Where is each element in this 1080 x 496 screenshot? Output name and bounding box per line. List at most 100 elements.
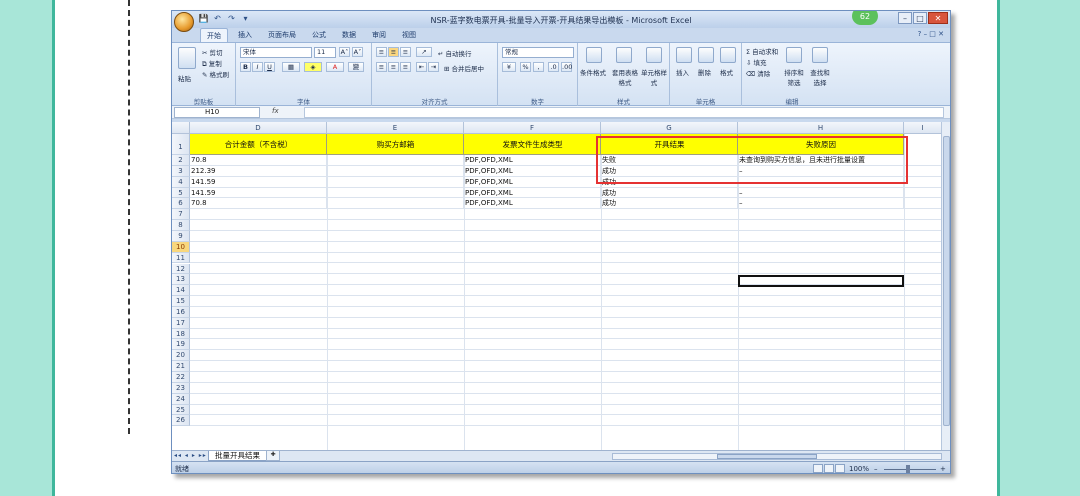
- merge-center-button[interactable]: ⊞ 合并后居中: [444, 63, 484, 73]
- table-cell[interactable]: [327, 165, 464, 177]
- row-header[interactable]: 16: [172, 306, 190, 318]
- row-header[interactable]: 5: [172, 187, 190, 199]
- table-cell[interactable]: 212.39: [190, 165, 327, 177]
- row-header[interactable]: 9: [172, 230, 190, 242]
- cell-styles-label[interactable]: 单元格样式: [640, 67, 668, 87]
- worksheet-grid[interactable]: D E F G H I 1 2 3 4 5 6 7 8 9 10 11 12 13 14 15 16 17 18 1…: [172, 122, 942, 450]
- table-cell[interactable]: PDF,OFD,XML: [464, 198, 601, 210]
- vertical-scrollbar[interactable]: [941, 122, 950, 450]
- table-cell[interactable]: –: [738, 187, 904, 199]
- format-cells-label[interactable]: 格式: [720, 67, 733, 77]
- border-icon[interactable]: ▦: [282, 62, 300, 72]
- row-header[interactable]: 26: [172, 415, 190, 427]
- format-table-icon[interactable]: [616, 47, 632, 63]
- fill-color-icon[interactable]: ◈: [304, 62, 322, 72]
- delete-cells-icon[interactable]: [698, 47, 714, 63]
- align-center-icon[interactable]: ≡: [388, 62, 399, 72]
- table-cell[interactable]: PDF,OFD,XML: [464, 176, 601, 188]
- table-cell[interactable]: PDF,OFD,XML: [464, 155, 601, 166]
- office-button[interactable]: [174, 12, 194, 32]
- function-icon[interactable]: fx: [272, 107, 279, 115]
- orientation-icon[interactable]: ↗: [416, 47, 432, 57]
- increase-indent-icon[interactable]: ⇥: [428, 62, 439, 72]
- row-header[interactable]: 13: [172, 274, 190, 286]
- font-size-select[interactable]: 11: [314, 47, 336, 58]
- insert-sheet-icon[interactable]: ✚: [266, 451, 280, 461]
- active-cell-h10[interactable]: [738, 275, 904, 287]
- row-header[interactable]: 7: [172, 209, 190, 221]
- tab-review[interactable]: 审阅: [366, 28, 392, 42]
- align-right-icon[interactable]: ≡: [400, 62, 411, 72]
- tab-view[interactable]: 视图: [396, 28, 422, 42]
- row-header[interactable]: 24: [172, 393, 190, 405]
- paste-icon[interactable]: [178, 47, 196, 69]
- row-header[interactable]: 1: [172, 134, 190, 155]
- row-header[interactable]: 17: [172, 317, 190, 329]
- insert-cells-label[interactable]: 插入: [676, 67, 689, 77]
- bold-button[interactable]: B: [240, 62, 251, 72]
- column-header-i[interactable]: I: [904, 122, 942, 134]
- row-header[interactable]: 8: [172, 220, 190, 231]
- number-format-select[interactable]: 常规: [502, 47, 574, 58]
- row-header[interactable]: 10: [172, 241, 190, 253]
- minimize-button[interactable]: –: [898, 12, 912, 24]
- table-cell[interactable]: 70.8: [190, 198, 327, 210]
- column-header-d[interactable]: D: [190, 122, 327, 134]
- row-header[interactable]: 19: [172, 339, 190, 351]
- tab-page-layout[interactable]: 页面布局: [262, 28, 302, 42]
- tab-formulas[interactable]: 公式: [306, 28, 332, 42]
- row-header[interactable]: 25: [172, 404, 190, 416]
- fill-button[interactable]: ⇩ 填充: [746, 57, 767, 67]
- format-painter-button[interactable]: ✎ 格式刷: [202, 69, 229, 79]
- tab-data[interactable]: 数据: [336, 28, 362, 42]
- column-header-g[interactable]: G: [601, 122, 738, 134]
- row-header[interactable]: 23: [172, 382, 190, 394]
- select-all-corner[interactable]: [172, 122, 190, 134]
- increase-decimal-icon[interactable]: .0: [548, 62, 559, 72]
- table-cell[interactable]: PDF,OFD,XML: [464, 165, 601, 177]
- format-cells-icon[interactable]: [720, 47, 736, 63]
- insert-cells-icon[interactable]: [676, 47, 692, 63]
- header-cell-file-type[interactable]: 发票文件生成类型: [464, 134, 601, 155]
- table-cell[interactable]: [327, 198, 464, 210]
- align-bottom-icon[interactable]: ≡: [400, 47, 411, 57]
- conditional-format-label[interactable]: 条件格式: [580, 67, 606, 77]
- help-icon[interactable]: ? – □ ✕: [918, 30, 944, 38]
- cut-button[interactable]: ✂ 剪切: [202, 47, 223, 57]
- normal-view-icon[interactable]: [813, 464, 823, 473]
- column-header-e[interactable]: E: [327, 122, 464, 134]
- italic-button[interactable]: I: [252, 62, 263, 72]
- wrap-text-button[interactable]: ↵ 自动换行: [438, 48, 472, 58]
- row-header[interactable]: 14: [172, 285, 190, 297]
- percent-button[interactable]: %: [520, 62, 531, 72]
- sheet-nav-arrows-icon[interactable]: ◂◂ ◂ ▸ ▸▸: [174, 452, 207, 459]
- column-header-h[interactable]: H: [738, 122, 904, 134]
- row-header[interactable]: 2: [172, 155, 190, 166]
- underline-button[interactable]: U: [264, 62, 275, 72]
- copy-button[interactable]: ⧉ 复制: [202, 58, 222, 69]
- row-header[interactable]: 18: [172, 328, 190, 340]
- row-header[interactable]: 6: [172, 198, 190, 210]
- decrease-decimal-icon[interactable]: .00: [561, 62, 572, 72]
- table-cell[interactable]: [327, 187, 464, 199]
- sort-filter-icon[interactable]: [786, 47, 802, 63]
- format-table-label[interactable]: 套用表格格式: [610, 67, 640, 87]
- formula-input[interactable]: [304, 107, 944, 118]
- horizontal-scroll-thumb[interactable]: [717, 454, 817, 459]
- autosum-button[interactable]: Σ 自动求和: [746, 46, 778, 56]
- paste-label[interactable]: 粘贴: [178, 73, 191, 83]
- page-layout-view-icon[interactable]: [824, 464, 834, 473]
- align-top-icon[interactable]: ≡: [376, 47, 387, 57]
- cell-styles-icon[interactable]: [646, 47, 662, 63]
- horizontal-scrollbar[interactable]: [612, 453, 942, 460]
- table-cell[interactable]: [327, 155, 464, 166]
- page-break-view-icon[interactable]: [835, 464, 845, 473]
- vertical-scroll-thumb[interactable]: [943, 136, 950, 426]
- zoom-out-button[interactable]: –: [874, 465, 878, 473]
- delete-cells-label[interactable]: 删除: [698, 67, 711, 77]
- row-header[interactable]: 15: [172, 296, 190, 307]
- row-header[interactable]: 11: [172, 252, 190, 264]
- table-cell[interactable]: PDF,OFD,XML: [464, 187, 601, 199]
- name-box[interactable]: H10: [174, 107, 260, 118]
- grow-font-button[interactable]: A˄: [339, 47, 350, 57]
